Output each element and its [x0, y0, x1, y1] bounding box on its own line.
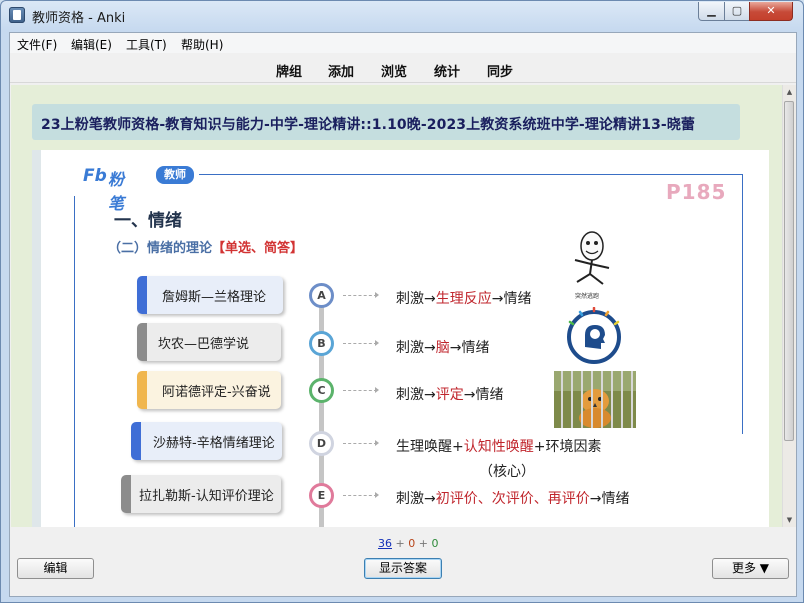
- formula-part: →情绪: [589, 491, 630, 507]
- count-separator: +: [395, 537, 405, 550]
- formula-key-part: 脑: [435, 340, 450, 356]
- formula-part: 刺激→: [396, 340, 436, 356]
- theory-arrow: [343, 440, 379, 446]
- toolbar-stats[interactable]: 统计: [434, 61, 460, 80]
- formula-part: →情绪: [449, 340, 490, 356]
- main-toolbar: 牌组 添加 浏览 统计 同步: [10, 54, 796, 83]
- theory-formula: 刺激→初评价、次评价、再评价→情绪: [396, 488, 629, 508]
- menu-edit[interactable]: 编辑(E): [71, 36, 112, 53]
- count-review: 0: [431, 537, 439, 550]
- edit-button[interactable]: 编辑: [17, 558, 94, 579]
- subheading-text: （二）情绪的理论: [108, 241, 213, 256]
- formula-note: （核心）: [479, 464, 535, 480]
- theory-formula: 刺激→评定→情绪: [396, 384, 503, 404]
- formula-part: 生理唤醒+: [396, 439, 464, 455]
- count-new: 36: [378, 537, 392, 550]
- card-reviewer: 23上粉笔教师资格-教育知识与能力-中学-理论精讲::1.10晚-2023上教资…: [11, 85, 782, 527]
- formula-part: +环境因素: [533, 439, 602, 455]
- subheading-tag: 【单选、简答】: [212, 241, 304, 256]
- bottom-bar: 36 + 0 + 0 编辑 显示答案 更多 ▼: [10, 529, 796, 596]
- theory-label: 坎农—巴德学说: [137, 323, 281, 361]
- menu-bar: 文件(F) 编辑(E) 工具(T) 帮助(H): [10, 33, 796, 53]
- theory-label: 沙赫特-辛格情绪理论: [131, 422, 282, 460]
- scroll-down-arrow-icon[interactable]: ▼: [783, 513, 796, 527]
- theory-marker: D: [309, 431, 334, 456]
- theory-formula: 刺激→脑→情绪: [396, 337, 489, 357]
- slide-subheading: （二）情绪的理论【单选、简答】: [108, 237, 303, 256]
- window-title: 教师资格 - Anki: [32, 11, 126, 26]
- menu-tools[interactable]: 工具(T): [126, 36, 167, 53]
- brain-icon: [567, 307, 621, 364]
- scrollbar-thumb[interactable]: [784, 101, 794, 441]
- count-separator: +: [418, 537, 428, 550]
- toolbar-sync[interactable]: 同步: [487, 61, 513, 80]
- formula-part: 刺激→: [396, 387, 436, 403]
- formula-part: 刺激→: [396, 291, 436, 307]
- page-code: P185: [666, 180, 727, 204]
- formula-key-part: 评定: [435, 387, 464, 403]
- anki-window: 教师资格 - Anki ▁ ▢ ✕ 文件(F) 编辑(E) 工具(T) 帮助(H…: [0, 0, 804, 603]
- theory-arrow: [343, 340, 379, 346]
- toolbar-decks[interactable]: 牌组: [276, 61, 302, 80]
- theory-marker: E: [309, 483, 334, 508]
- formula-key-part: 初评价、次评价、再评价: [435, 491, 590, 507]
- menu-help[interactable]: 帮助(H): [181, 36, 223, 53]
- theory-marker: A: [309, 283, 334, 308]
- theory-name: 沙赫特-辛格情绪理论: [153, 436, 275, 451]
- minimize-button[interactable]: ▁: [698, 2, 725, 21]
- theory-marker: B: [309, 331, 334, 356]
- slide-frame-left: [74, 196, 75, 527]
- formula-part: →情绪: [491, 291, 532, 307]
- theory-label: 詹姆斯—兰格理论: [137, 276, 283, 314]
- slide-heading: 一、情绪: [114, 211, 182, 231]
- anki-app-icon: [9, 7, 25, 23]
- slide-frame-right: [742, 174, 743, 434]
- maximize-button[interactable]: ▢: [724, 2, 750, 21]
- due-counts: 36 + 0 + 0: [378, 537, 438, 550]
- theory-label: 拉扎勒斯-认知评价理论: [121, 475, 281, 513]
- caged-tiger-image: [554, 371, 636, 428]
- formula-key-part: 生理反应: [435, 291, 492, 307]
- more-button[interactable]: 更多 ▼: [712, 558, 789, 579]
- toolbar-browse[interactable]: 浏览: [381, 61, 407, 80]
- running-man-meme: [574, 231, 610, 285]
- formula-part: 刺激→: [396, 491, 436, 507]
- card-slide-image: Fb 粉笔 教师 P185 一、情绪 （二）情绪的理论【单选、简答】 詹姆斯—兰…: [32, 150, 769, 527]
- menu-file[interactable]: 文件(F): [17, 36, 57, 53]
- toolbar-add[interactable]: 添加: [328, 61, 354, 80]
- slide-frame-top: [199, 174, 743, 175]
- reviewer-scrollbar[interactable]: ▲ ▼: [782, 85, 796, 527]
- close-button[interactable]: ✕: [749, 2, 793, 21]
- theory-name: 阿诺德评定-兴奋说: [162, 385, 271, 400]
- deck-path-banner: 23上粉笔教师资格-教育知识与能力-中学-理论精讲::1.10晚-2023上教资…: [32, 104, 740, 140]
- scroll-up-arrow-icon[interactable]: ▲: [783, 85, 796, 99]
- theory-formula: 刺激→生理反应→情绪: [396, 288, 531, 308]
- logo-mark: Fb: [83, 166, 107, 186]
- title-bar[interactable]: 教师资格 - Anki ▁ ▢ ✕: [1, 1, 803, 31]
- show-answer-button[interactable]: 显示答案: [364, 558, 442, 579]
- theory-label: 阿诺德评定-兴奋说: [137, 371, 281, 409]
- theory-arrow: [343, 492, 379, 498]
- formula-part: →情绪: [463, 387, 504, 403]
- theory-marker: C: [309, 378, 334, 403]
- count-learning: 0: [408, 537, 416, 550]
- theory-name: 拉扎勒斯-认知评价理论: [139, 489, 274, 504]
- theory-name: 坎农—巴德学说: [158, 337, 250, 352]
- theory-arrow: [343, 292, 379, 298]
- logo-tag: 教师: [156, 166, 194, 184]
- formula-key-part: 认知性唤醒: [463, 439, 534, 455]
- theory-name: 詹姆斯—兰格理论: [162, 290, 267, 305]
- client-area: 文件(F) 编辑(E) 工具(T) 帮助(H) 牌组 添加 浏览 统计 同步 2…: [9, 32, 797, 597]
- meme-caption: 突然逃跑: [575, 293, 600, 300]
- theory-formula: 生理唤醒+认知性唤醒+环境因素: [396, 436, 601, 456]
- deck-path: 23上粉笔教师资格-教育知识与能力-中学-理论精讲::1.10晚-2023上教资…: [41, 117, 696, 133]
- theory-arrow: [343, 387, 379, 393]
